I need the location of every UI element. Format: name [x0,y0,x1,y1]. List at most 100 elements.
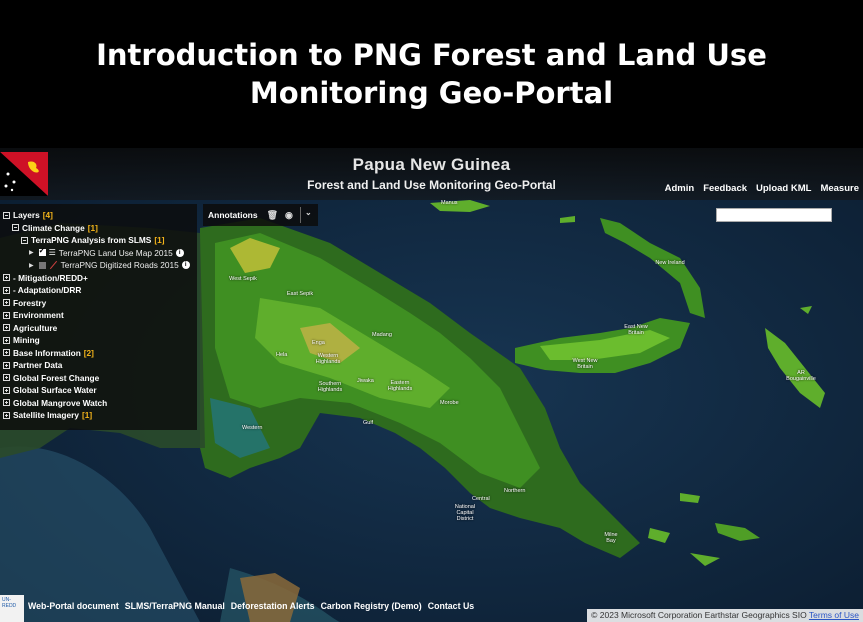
group-global-mangrove-watch[interactable]: Global Mangrove Watch [3,397,197,410]
label-jiwaka: Jiwaka [357,378,374,384]
label-western-highlands: Western Highlands [315,353,341,365]
collapse-icon[interactable] [21,236,28,244]
admin-link[interactable]: Admin [665,183,695,194]
expand-icon[interactable] [3,299,10,307]
group-mitigation[interactable]: - Mitigation/REDD+ [3,272,197,285]
annotations-toolbar: Annotations 🗑 ◉ ⌄ [203,204,318,226]
slide-title: Introduction to PNG Forest and Land Use … [0,0,863,148]
group-label: Agriculture [13,322,58,333]
label-southern-highlands: Southern Highlands [317,381,343,393]
expand-caret-icon[interactable]: ▶ [29,262,34,269]
group-global-surface-water[interactable]: Global Surface Water [3,384,197,397]
carbon-registry-link[interactable]: Carbon Registry (Demo) [321,601,422,611]
footer-nav: Web-Portal document SLMS/TerraPNG Manual… [28,601,474,611]
label-west-new-britain: West New Britain [572,358,598,370]
group-label: Mining [13,335,40,346]
slide-title-line2: Monitoring Geo-Portal [249,76,614,110]
group-forestry[interactable]: Forestry [3,297,197,310]
deforestation-alerts-link[interactable]: Deforestation Alerts [231,601,315,611]
expand-caret-icon[interactable]: ▶ [29,249,34,256]
group-adaptation[interactable]: - Adaptation/DRR [3,284,197,297]
label-new-ireland: New Ireland [655,260,685,266]
group-label: Environment [13,310,64,321]
label-manus: Manus [441,200,458,206]
expand-icon[interactable] [3,336,10,344]
expand-icon[interactable] [3,374,10,382]
label-hela: Hela [276,352,288,358]
label-enga: Enga [312,340,325,346]
layer-checkbox[interactable] [38,246,46,257]
layer-checkbox[interactable] [38,261,46,269]
group-label: Forestry [13,297,47,308]
search-input[interactable] [716,208,832,222]
collapse-icon[interactable] [12,224,19,232]
group-label: Satellite Imagery [13,410,79,421]
layers-count: [4] [42,210,53,221]
expand-icon[interactable] [3,311,10,319]
label-west-sepik: West Sepik [229,276,257,282]
group-mining[interactable]: Mining [3,334,197,347]
toolbar-divider [300,207,301,223]
label-ncd: National Capital District [454,504,476,522]
info-icon[interactable]: i [181,261,190,270]
layer-label: TerraPNG Land Use Map 2015 [58,247,173,258]
portal-title: Papua New Guinea [352,155,511,174]
contact-us-link[interactable]: Contact Us [428,601,474,611]
label-eastern-highlands: Eastern Highlands [387,380,413,392]
layers-root[interactable]: Layers [4] [3,209,197,222]
group-environment[interactable]: Environment [3,309,197,322]
layer-digitized-roads[interactable]: ▶ TerraPNG Digitized Roads 2015 i [3,259,197,272]
terms-of-use-link[interactable]: Terms of Use [809,610,859,620]
info-icon[interactable]: i [175,248,184,257]
group-climate-change[interactable]: Climate Change [1] [3,222,197,235]
expand-icon[interactable] [3,411,10,419]
web-portal-document-link[interactable]: Web-Portal document [28,601,119,611]
legend-list-icon[interactable]: ☰ [49,248,56,257]
annotations-label[interactable]: Annotations [208,210,258,220]
expand-icon[interactable] [3,286,10,294]
group-count: [1] [87,222,98,233]
expand-icon[interactable] [3,386,10,394]
label-bougainville: AR Bougainville [786,370,816,382]
layer-land-use-map[interactable]: ▶ ☰ TerraPNG Land Use Map 2015 i [3,246,197,260]
group-agriculture[interactable]: Agriculture [3,322,197,335]
group-label: Partner Data [13,360,63,371]
expand-icon[interactable] [3,361,10,369]
expand-icon[interactable] [3,399,10,407]
portal-header: Papua New Guinea Forest and Land Use Mon… [0,148,863,200]
logo-text: UN-REDD [2,597,17,609]
group-global-forest-change[interactable]: Global Forest Change [3,372,197,385]
group-base-information[interactable]: Base Information [2] [3,347,197,360]
slide-title-line1: Introduction to PNG Forest and Land Use [96,38,767,72]
expand-icon[interactable] [3,274,10,282]
eye-slash-icon[interactable]: ◉ [285,210,293,221]
layer-label: TerraPNG Digitized Roads 2015 [60,260,179,271]
group-label: Global Surface Water [13,385,97,396]
label-gulf: Gulf [363,420,374,426]
map-attribution: © 2023 Microsoft Corporation Earthstar G… [587,609,863,622]
expand-icon[interactable] [3,349,10,357]
label-madang: Madang [372,332,392,338]
group-label: Global Mangrove Watch [13,397,108,408]
un-redd-logo: UN-REDD [0,595,24,622]
geo-portal-window: Manus New Ireland East Sepik West Sepik … [0,148,863,622]
group-partner-data[interactable]: Partner Data [3,359,197,372]
road-line-icon [49,261,58,269]
layers-title: Layers [13,210,40,221]
label-western: Western [242,425,263,431]
measure-link[interactable]: Measure [820,183,859,194]
upload-kml-link[interactable]: Upload KML [756,183,811,194]
collapse-icon[interactable] [3,211,10,219]
chevron-down-icon[interactable]: ⌄ [305,208,312,217]
attribution-text: © 2023 Microsoft Corporation Earthstar G… [591,610,807,620]
group-satellite-imagery[interactable]: Satellite Imagery [1] [3,409,197,422]
feedback-link[interactable]: Feedback [703,183,747,194]
label-northern: Northern [504,488,526,494]
top-nav: Admin Feedback Upload KML Measure [665,183,859,194]
trash-icon[interactable]: 🗑 [267,210,278,221]
group-label: TerraPNG Analysis from SLMS [31,235,152,246]
group-terrapng-analysis[interactable]: TerraPNG Analysis from SLMS [1] [3,234,197,247]
group-label: Base Information [13,347,81,358]
slms-manual-link[interactable]: SLMS/TerraPNG Manual [125,601,225,611]
expand-icon[interactable] [3,324,10,332]
